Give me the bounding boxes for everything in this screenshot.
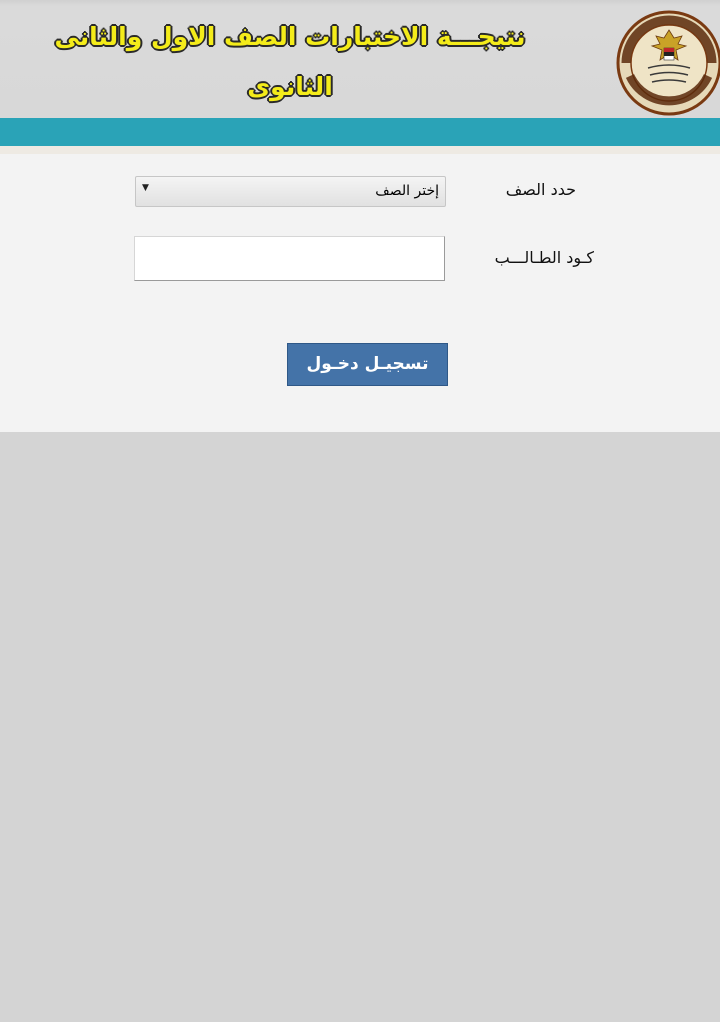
divider (0, 146, 720, 154)
grade-label: حدد الصف (505, 180, 576, 199)
grade-select[interactable]: إختر الصف ▼ (135, 176, 446, 207)
ministry-logo-icon (616, 10, 720, 116)
student-code-input[interactable] (134, 236, 445, 281)
login-button[interactable]: تسجيـل دخـول (287, 343, 448, 386)
login-form: حدد الصف إختر الصف ▼ كـود الطـالـــب تسج… (0, 154, 720, 432)
page-header: نتيجـــة الاختبارات الصف الاول والثانى ا… (0, 0, 720, 118)
header-accent-bar (0, 118, 720, 146)
dropdown-triangle-icon: ▼ (142, 183, 149, 193)
grade-select-value: إختر الصف (375, 183, 439, 199)
page-title: نتيجـــة الاختبارات الصف الاول والثانى ا… (54, 22, 526, 101)
student-code-label: كـود الطـالـــب (494, 248, 594, 267)
